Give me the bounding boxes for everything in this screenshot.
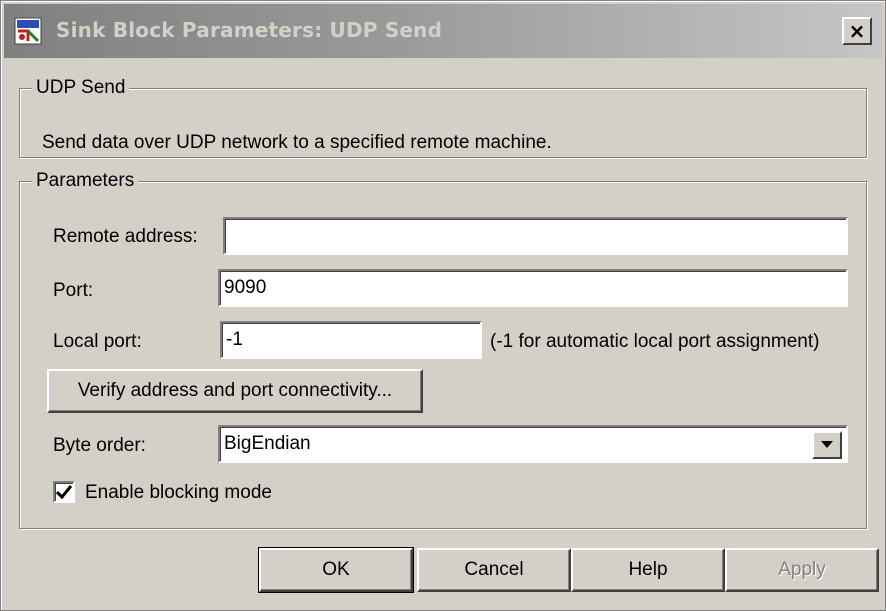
block-group-legend: UDP Send: [32, 77, 130, 99]
title-bar[interactable]: Sink Block Parameters: UDP Send ×: [4, 4, 882, 58]
byte-order-select[interactable]: BigEndian: [218, 425, 848, 463]
remote-address-label: Remote address:: [53, 226, 198, 247]
close-icon: ×: [848, 19, 866, 43]
checkmark-icon: [56, 485, 72, 499]
local-port-hint: (-1 for automatic local port assignment): [490, 331, 820, 352]
apply-label: Apply: [778, 559, 826, 580]
apply-button[interactable]: Apply: [725, 548, 879, 592]
byte-order-value: BigEndian: [224, 433, 311, 454]
simulink-block-icon: [14, 17, 42, 45]
blocking-mode-label: Enable blocking mode: [85, 482, 272, 503]
close-button[interactable]: ×: [842, 17, 872, 45]
parameters-group-legend: Parameters: [32, 170, 139, 192]
ok-label: OK: [322, 559, 350, 580]
local-port-input[interactable]: -1: [220, 321, 482, 359]
port-input[interactable]: 9090: [218, 269, 848, 307]
block-description-group: UDP Send Send data over UDP network to a…: [19, 77, 867, 158]
cancel-button[interactable]: Cancel: [417, 548, 571, 592]
dialog-window: Sink Block Parameters: UDP Send × UDP Se…: [0, 0, 886, 611]
byte-order-label: Byte order:: [53, 435, 146, 456]
remote-address-input[interactable]: [223, 217, 848, 255]
window-title: Sink Block Parameters: UDP Send: [56, 18, 443, 42]
local-port-label: Local port:: [53, 331, 142, 352]
port-label: Port:: [53, 280, 94, 301]
verify-connectivity-button[interactable]: Verify address and port connectivity...: [47, 369, 423, 413]
cancel-label: Cancel: [464, 559, 524, 580]
verify-connectivity-label: Verify address and port connectivity...: [77, 380, 393, 401]
help-button[interactable]: Help: [571, 548, 725, 592]
block-description: Send data over UDP network to a specifie…: [42, 132, 552, 153]
ok-button[interactable]: OK: [258, 547, 414, 593]
chevron-down-icon[interactable]: [812, 431, 842, 459]
blocking-mode-checkbox[interactable]: [53, 481, 75, 503]
help-label: Help: [628, 559, 668, 580]
